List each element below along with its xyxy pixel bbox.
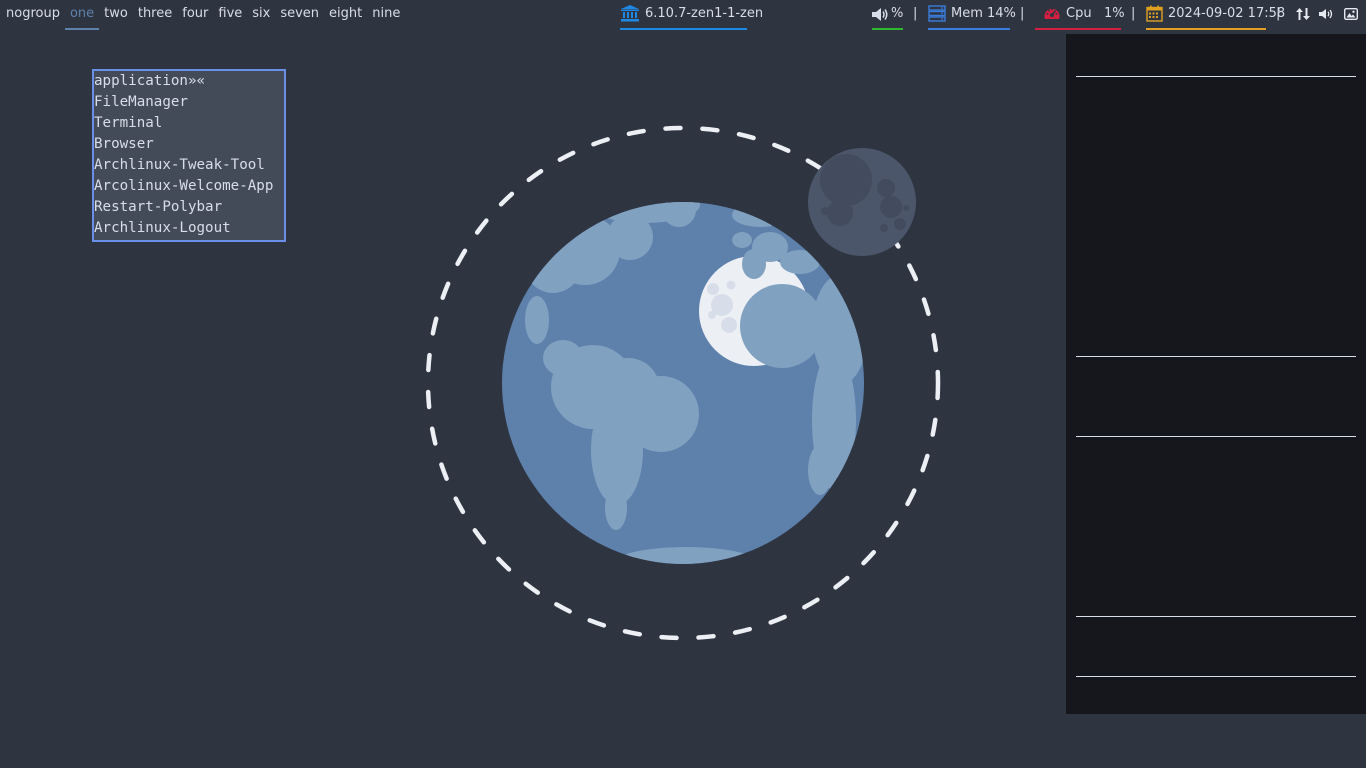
side-panel [1066,34,1366,714]
menu-header: application»« [94,73,206,89]
moon [808,148,916,256]
divider [1076,616,1356,617]
divider [1076,436,1356,437]
earth-globe [502,202,864,564]
divider [1076,356,1356,357]
divider [1076,676,1356,677]
menu-item-filemanager[interactable]: FileManager [94,92,284,113]
menu-items: FileManager Terminal Browser Archlinux-Twea… [94,92,284,239]
menu-item-arcolinux-welcome-app[interactable]: Arcolinux-Welcome-App [94,176,284,197]
menu-item-archlinux-tweak-tool[interactable]: Archlinux-Tweak-Tool [94,155,284,176]
divider [1076,76,1356,77]
menu-item-browser[interactable]: Browser [94,134,284,155]
menu-item-terminal[interactable]: Terminal [94,113,284,134]
menu-item-archlinux-logout[interactable]: Archlinux-Logout [94,218,284,239]
menu-item-restart-polybar[interactable]: Restart-Polybar [94,197,284,218]
application-menu: application»« FileManager Terminal Browser… [92,69,286,242]
